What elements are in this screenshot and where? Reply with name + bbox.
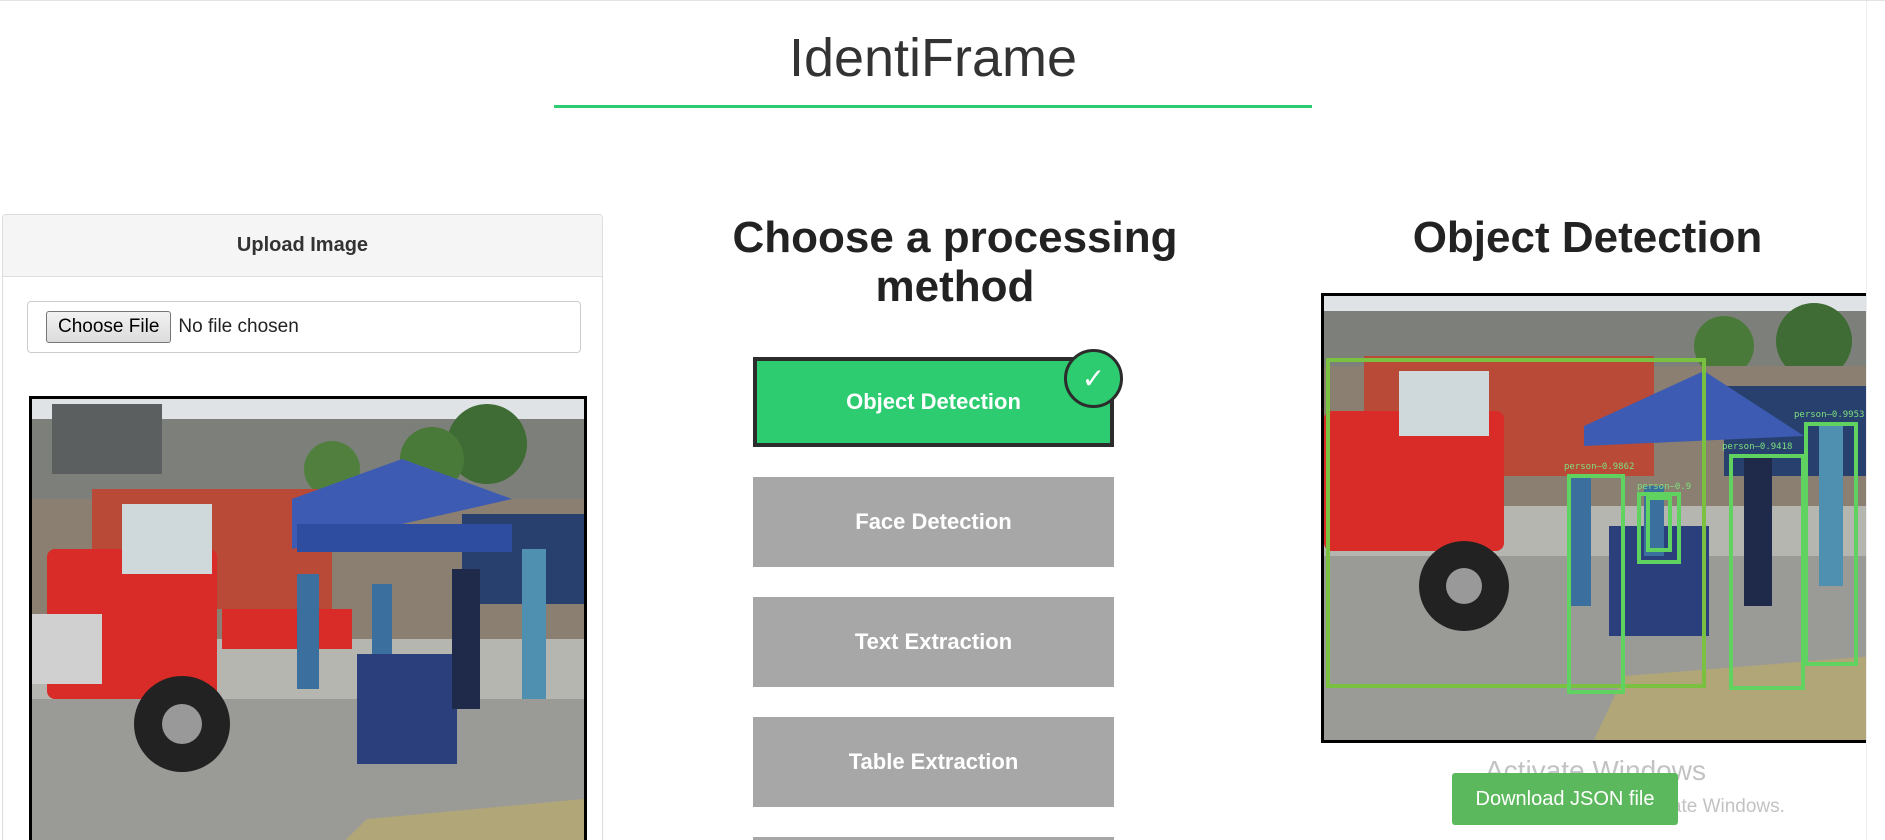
detection-label: person—0.9862 [1564,462,1635,472]
upload-heading: Upload Image [3,215,602,277]
object-detection-button[interactable]: Object Detection [753,357,1114,447]
detection-label: person—0.9953 [1794,410,1865,420]
detection-box-person [1729,454,1805,690]
table-extraction-button[interactable]: Table Extraction [753,717,1114,807]
app-title: IdentiFrame [788,28,1078,88]
title-underline [554,105,1312,108]
file-input[interactable]: Choose File No file chosen [27,301,581,353]
detection-box-person [1646,496,1672,552]
check-icon: ✓ [1064,349,1123,408]
upload-panel: Upload Image Choose File No file chosen [2,214,603,840]
uploaded-photo [32,399,584,840]
file-status: No file chosen [178,316,299,337]
detection-box-person [1567,474,1625,694]
download-json-button[interactable]: Download JSON file [1452,773,1678,825]
choose-file-button[interactable]: Choose File [46,311,172,343]
method-heading: Choose a processing method [732,213,1178,311]
page-scrollbar[interactable] [1866,1,1885,840]
detection-box-person [1804,422,1858,666]
text-extraction-button[interactable]: Text Extraction [753,597,1114,687]
result-heading: Object Detection [1412,213,1763,262]
detection-result-image: person—0.9862 person—0.9418 person—0.995… [1321,293,1877,743]
uploaded-image-preview [29,396,587,840]
detection-label: person—0.9 [1637,482,1692,492]
detection-label: person—0.9418 [1722,442,1793,452]
page: IdentiFrame Upload Image Choose File No … [0,0,1885,840]
face-detection-button[interactable]: Face Detection [753,477,1114,567]
